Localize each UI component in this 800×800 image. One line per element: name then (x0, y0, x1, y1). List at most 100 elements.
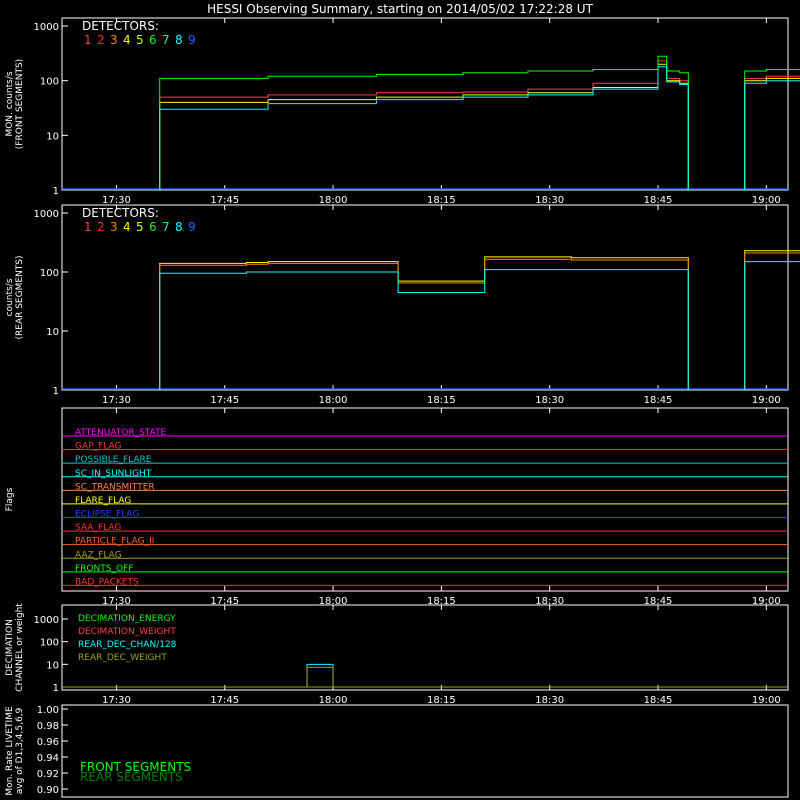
flag-label: AAZ_FLAG (75, 550, 122, 560)
decimation-ytick-label: 10 (46, 660, 59, 671)
front-panel-legend-item: 8 (175, 33, 183, 47)
front-panel-ytick-label: 10 (46, 131, 59, 142)
livetime-ytick-label: 0.96 (37, 737, 59, 748)
decimation-ytick-label: 100 (40, 638, 59, 649)
rear-panel-series-3 (744, 252, 800, 390)
livetime-ytick-label: 0.90 (37, 785, 59, 796)
front-panel-ytick-label: 1000 (34, 22, 59, 33)
rear-panel-legend-item: 7 (162, 220, 170, 234)
decimation-panel-xtick-label: 18:15 (427, 695, 456, 706)
decimation-panel-xtick-label: 17:30 (102, 695, 131, 706)
rear-panel-legend-title: DETECTORS: (82, 206, 159, 220)
flags-panel-ylabel: Flags (5, 487, 15, 511)
rear-panel-frame (61, 204, 789, 391)
chart-title: HESSI Observing Summary, starting on 201… (207, 2, 593, 16)
livetime-panel-ylabel: Mon. Rate LIVETIME (5, 706, 15, 796)
decimation-legend-item: REAR_DEC_CHAN/128 (78, 640, 177, 650)
livetime-ytick-label: 0.92 (37, 769, 59, 780)
rear-panel-legend-item: 6 (149, 220, 157, 234)
front-panel-xtick-label: 18:45 (644, 195, 673, 206)
rear-panel-ytick-label: 100 (40, 268, 59, 279)
decimation-ytick-label: 1000 (34, 615, 59, 626)
rear-panel-legend-item: 8 (175, 220, 183, 234)
front-panel-legend-item: 3 (110, 33, 118, 47)
front-panel-xtick-label: 18:00 (319, 195, 348, 206)
rear-panel-legend-item: 2 (97, 220, 105, 234)
front-panel-series-6 (744, 69, 800, 190)
decimation-legend-item: DECIMATION_WEIGHT (78, 627, 176, 637)
front-panel-xtick-label: 18:15 (427, 195, 456, 206)
flag-label: SC_IN_SUNLIGHT (75, 469, 152, 479)
decimation-panel-xtick-label: 19:00 (752, 695, 781, 706)
decimation-panel-xtick-label: 18:00 (319, 695, 348, 706)
decimation-panel-ylabel: CHANNEL or weight (15, 603, 25, 692)
rear-panel-series-8 (159, 269, 689, 390)
decimation-panel-xtick-label: 18:45 (644, 695, 673, 706)
flag-label: BAD_PACKETS (75, 577, 139, 587)
livetime-legend-item: REAR SEGMENTS (80, 770, 183, 784)
front-panel-series-6 (159, 55, 689, 190)
livetime-ytick-label: 0.98 (37, 721, 59, 732)
front-panel-legend-item: 6 (149, 33, 157, 47)
rear-panel-ytick-label: 10 (46, 327, 59, 338)
flag-label: POSSIBLE_FLARE (75, 455, 152, 465)
front-panel-ylabel: (FRONT SEGMENTS) (15, 59, 25, 149)
rear-panel-xtick-label: 18:45 (644, 395, 673, 406)
livetime-ytick-label: 0.94 (37, 753, 59, 764)
rear-panel-legend-item: 4 (123, 220, 131, 234)
front-panel-ytick-label: 100 (40, 77, 59, 88)
front-panel-legend-item: 4 (123, 33, 131, 47)
flags-panel-frame (61, 407, 789, 592)
rear-panel-xtick-label: 19:00 (752, 395, 781, 406)
decimation-legend-item: DECIMATION_ENERGY (78, 614, 176, 624)
flag-label: FRONTS_OFF (75, 564, 133, 574)
panels: 17:30 17:45 18:00 18:15 18:30 18:45 19:0011010… (5, 17, 800, 798)
front-panel-xtick-label: 17:45 (210, 195, 239, 206)
front-panel-legend-item: 7 (162, 33, 170, 47)
rear-panel-legend-item: 5 (136, 220, 144, 234)
front-panel-legend-item: 5 (136, 33, 144, 47)
livetime-ytick-label: 1.00 (37, 705, 59, 716)
front-panel-frame (61, 17, 789, 191)
front-panel-legend-item: 2 (97, 33, 105, 47)
decimation-ytick-label: 1 (53, 683, 59, 694)
rear-panel-xtick-label: 18:15 (427, 395, 456, 406)
rear-panel-legend-item: 9 (188, 220, 196, 234)
rear-panel-ytick-label: 1000 (34, 209, 59, 220)
decimation-panel-xtick-label: 18:30 (535, 695, 564, 706)
front-panel-xtick-label: 18:30 (535, 195, 564, 206)
front-panel-series-1 (159, 60, 689, 190)
rear-panel-xtick-label: 17:45 (210, 395, 239, 406)
hessi-summary-chart: HESSI Observing Summary, starting on 201… (5, 2, 800, 798)
front-panel-xtick-label: 19:00 (752, 195, 781, 206)
rear-panel-ylabel: (REAR SEGMENTS) (15, 255, 25, 339)
front-panel-ylabel: MON. counts/s (5, 71, 15, 136)
flag-label: GAP_FLAG (75, 442, 121, 452)
rear-panel-xtick-label: 18:30 (535, 395, 564, 406)
flag-label: ATTENUATOR_STATE (75, 428, 167, 438)
front-panel-xtick-label: 17:30 (102, 195, 131, 206)
rear-panel-xtick-label: 18:00 (319, 395, 348, 406)
flag-label: SC_TRANSMITTER (75, 482, 155, 492)
rear-panel-series-3 (159, 258, 689, 390)
decimation-trace (306, 666, 334, 687)
rear-panel-series-4 (744, 250, 800, 390)
front-panel-legend-item: 1 (84, 33, 92, 47)
rear-panel-legend-item: 1 (84, 220, 92, 234)
front-panel-series-8 (159, 66, 689, 190)
rear-panel-ytick-label: 1 (53, 386, 59, 397)
front-panel-ytick-label: 1 (53, 186, 59, 197)
rear-panel-xtick-label: 17:30 (102, 395, 131, 406)
flag-label: FLARE_FLAG (75, 496, 131, 506)
rear-panel-legend-item: 3 (110, 220, 118, 234)
flag-label: PARTICLE_FLAG_II (75, 537, 154, 547)
rear-panel-ylabel: counts/s (5, 278, 15, 316)
decimation-legend-item: REAR_DEC_WEIGHT (78, 653, 167, 663)
livetime-panel-ylabel: avg of D1,3,4,5,6,9 (15, 707, 25, 794)
front-panel-legend-title: DETECTORS: (82, 19, 159, 33)
front-panel-series-1 (744, 75, 800, 190)
flag-label: ECLIPSE_FLAG (75, 510, 139, 520)
decimation-panel-xtick-label: 17:45 (210, 695, 239, 706)
rear-panel-series-8 (744, 261, 800, 390)
rear-panel-series-4 (159, 256, 689, 390)
